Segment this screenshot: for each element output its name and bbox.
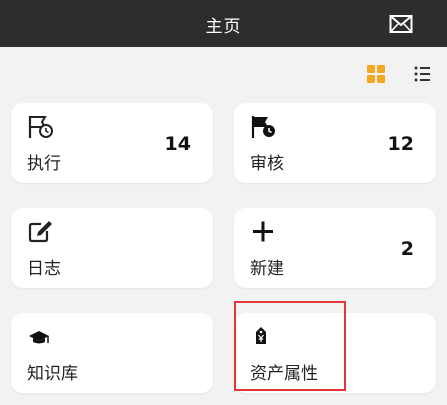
edit-icon xyxy=(27,219,55,245)
card-log[interactable]: 日志 xyxy=(11,208,213,288)
graduation-cap-icon xyxy=(27,324,55,350)
card-review[interactable]: 审核 12 xyxy=(234,103,436,183)
card-count: 12 xyxy=(387,133,414,155)
selection-highlight xyxy=(234,301,346,391)
flag-clock-icon xyxy=(27,114,55,140)
card-label: 审核 xyxy=(250,154,284,174)
card-label: 新建 xyxy=(250,259,284,279)
card-label: 执行 xyxy=(27,154,61,174)
flag-clock-filled-icon xyxy=(250,114,278,140)
card-count: 2 xyxy=(400,238,414,260)
mail-icon[interactable] xyxy=(389,14,413,34)
card-label: 日志 xyxy=(27,259,61,279)
card-count: 14 xyxy=(164,133,191,155)
plus-icon xyxy=(250,219,278,245)
card-execute[interactable]: 执行 14 xyxy=(11,103,213,183)
card-label: 知识库 xyxy=(27,364,78,384)
card-new[interactable]: 新建 2 xyxy=(234,208,436,288)
list-view-icon[interactable] xyxy=(410,64,434,84)
page-title: 主页 xyxy=(205,17,242,37)
grid-view-icon[interactable] xyxy=(366,64,386,84)
top-bar: 主页 xyxy=(0,0,447,47)
card-knowledge-base[interactable]: 知识库 xyxy=(11,313,213,393)
